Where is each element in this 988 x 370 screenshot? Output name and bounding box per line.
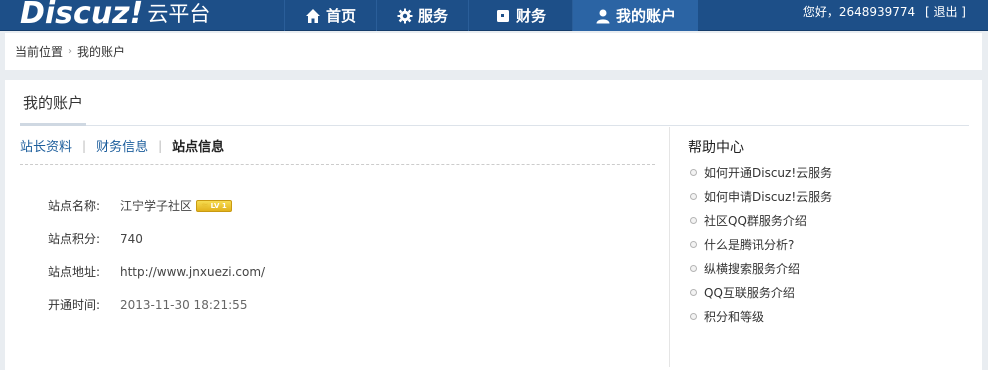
breadcrumb-current: 我的账户 [77, 45, 126, 59]
logout-link[interactable]: [ 退出 ] [925, 5, 966, 19]
nav-home[interactable]: 首页 [284, 0, 376, 31]
help-link-text: 如何开通Discuz!云服务 [704, 165, 833, 180]
help-link-text: 积分和等级 [704, 309, 765, 324]
main-nav: 首页 服务 财务 我的账户 [284, 0, 698, 31]
logo-brand: Discuz! [20, 0, 144, 31]
nav-finance-label: 财务 [515, 7, 546, 25]
account-content: 站长资料 | 财务信息 | 站点信息 站点名称: 江宁学子社区 ≈ LV 1 站… [20, 127, 670, 367]
breadcrumb: 当前位置 › 我的账户 [5, 33, 982, 70]
nav-my-account-label: 我的账户 [615, 7, 676, 25]
nav-services[interactable]: 服务 [376, 0, 468, 31]
account-tabs: 站长资料 | 财务信息 | 站点信息 [20, 127, 655, 165]
site-name-text: 江宁学子社区 [120, 199, 193, 213]
tab-divider: | [158, 138, 163, 153]
site-name-row: 站点名称: 江宁学子社区 ≈ LV 1 [48, 189, 265, 222]
help-center: 帮助中心 如何开通Discuz!云服务 如何申请Discuz!云服务 社区QQ群… [688, 136, 958, 328]
bullet-icon [690, 312, 697, 320]
help-link[interactable]: 如何开通Discuz!云服务 [688, 160, 958, 184]
help-list: 如何开通Discuz!云服务 如何申请Discuz!云服务 社区QQ群服务介绍 … [688, 160, 958, 328]
site-points-label: 站点积分: [48, 232, 101, 246]
help-link-text: 社区QQ群服务介绍 [704, 213, 807, 228]
site-name-value: 江宁学子社区 ≈ LV 1 [120, 197, 232, 214]
tab-site-info[interactable]: 站点信息 [172, 136, 224, 155]
help-link-text: 纵横搜索服务介绍 [704, 261, 801, 276]
help-link[interactable]: 如何申请Discuz!云服务 [688, 184, 958, 208]
tab-finance-info[interactable]: 财务信息 [96, 136, 148, 155]
logo[interactable]: Discuz! 云平台 [20, 0, 210, 31]
logo-subbrand: 云平台 [147, 2, 211, 26]
site-points-row: 站点积分: 740 [48, 222, 265, 255]
nav-services-label: 服务 [417, 7, 448, 25]
wallet-icon [496, 9, 509, 22]
tab-divider: | [82, 138, 87, 153]
help-link[interactable]: 积分和等级 [688, 304, 958, 328]
site-url-value: http://www.jnxuezi.com/ [120, 264, 266, 279]
site-opened-label: 开通时间: [48, 298, 101, 312]
help-link[interactable]: 纵横搜索服务介绍 [688, 256, 958, 280]
level-badge-text: LV 1 [210, 201, 227, 210]
site-name-label: 站点名称: [48, 199, 101, 213]
breadcrumb-root[interactable]: 当前位置 [15, 43, 63, 60]
site-opened-row: 开通时间: 2013-11-30 18:21:55 [48, 288, 265, 321]
bullet-icon [690, 168, 697, 176]
bullet-icon [690, 192, 697, 200]
bullet-icon [690, 240, 697, 248]
help-link-text: 什么是腾讯分析? [704, 237, 795, 252]
page-title: 我的账户 [20, 80, 87, 126]
help-link[interactable]: QQ互联服务介绍 [688, 280, 958, 304]
site-url-row: 站点地址: http://www.jnxuezi.com/ [48, 255, 265, 288]
bullet-icon [690, 264, 697, 272]
help-link-text: QQ互联服务介绍 [704, 285, 795, 300]
panel-header: 我的账户 [20, 80, 969, 126]
nav-home-label: 首页 [325, 7, 356, 25]
site-url-label: 站点地址: [48, 265, 101, 279]
main-panel: 我的账户 站长资料 | 财务信息 | 站点信息 站点名称: 江宁学子社区 ≈ L… [5, 80, 982, 370]
user-box: 您好，2648939774 [ 退出 ] [803, 0, 966, 24]
nav-my-account[interactable]: 我的账户 [572, 0, 698, 31]
wing-icon: ≈ [201, 200, 209, 211]
help-link-text: 如何申请Discuz!云服务 [704, 189, 833, 204]
breadcrumb-separator-icon: › [68, 46, 73, 57]
site-info: 站点名称: 江宁学子社区 ≈ LV 1 站点积分: 740 站点地址: http… [48, 189, 265, 321]
bullet-icon [690, 216, 697, 224]
gear-icon [397, 8, 413, 23]
home-icon [305, 8, 320, 23]
level-badge: ≈ LV 1 [196, 199, 232, 212]
help-link[interactable]: 社区QQ群服务介绍 [688, 208, 958, 232]
site-points-value: 740 [120, 231, 143, 246]
nav-finance[interactable]: 财务 [468, 0, 572, 31]
help-link[interactable]: 什么是腾讯分析? [688, 232, 958, 256]
bullet-icon [690, 288, 697, 296]
site-opened-value: 2013-11-30 18:21:55 [120, 297, 248, 312]
help-center-title: 帮助中心 [688, 140, 744, 156]
tab-owner-profile[interactable]: 站长资料 [20, 136, 72, 155]
user-greeting: 您好，2648939774 [802, 5, 916, 19]
user-icon [596, 9, 610, 23]
top-navbar: Discuz! 云平台 首页 服务 财务 我的账户 您好，2648939774 … [0, 0, 988, 31]
